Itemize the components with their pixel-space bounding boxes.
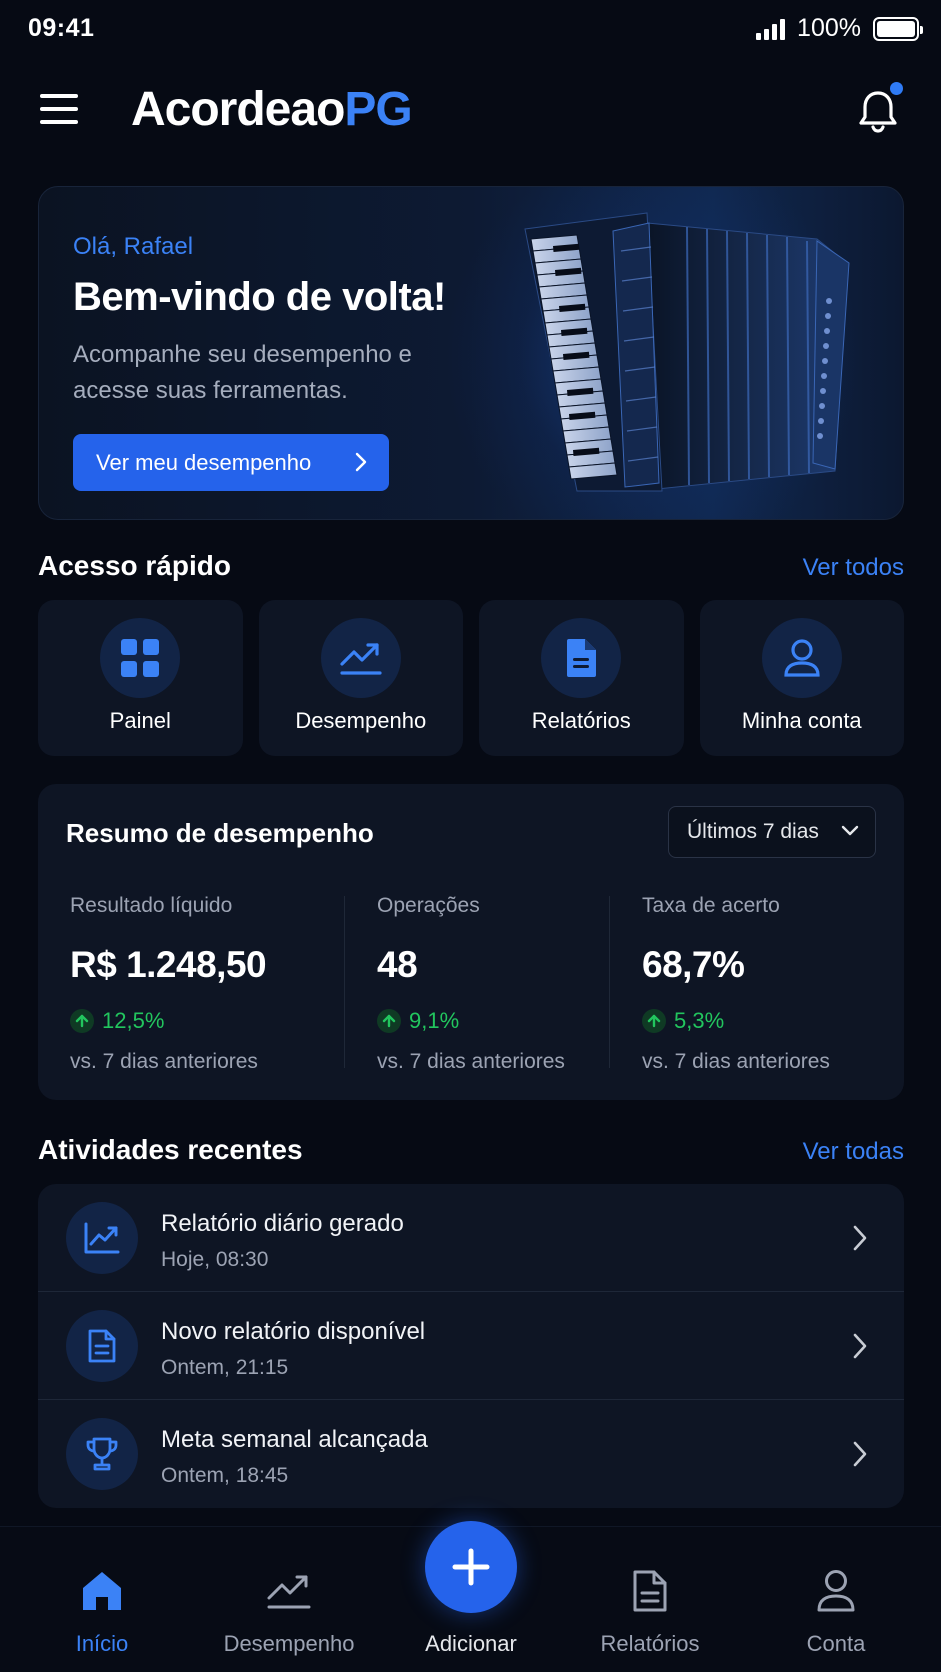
arrow-up-icon <box>70 1009 94 1033</box>
metric-value: R$ 1.248,50 <box>70 944 267 985</box>
recent-activities-title: Atividades recentes <box>38 1134 303 1165</box>
welcome-title: Bem-vindo de volta! <box>73 275 446 319</box>
metric-label: Operações <box>377 894 480 917</box>
logo-accent: PG <box>344 83 412 136</box>
document-icon <box>560 1567 740 1615</box>
status-time: 09:41 <box>28 14 95 42</box>
quick-access-title: Acesso rápido <box>38 550 231 581</box>
metric-change-value: 9,1% <box>409 1008 460 1033</box>
trending-up-icon <box>199 1567 379 1615</box>
plus-icon <box>452 1548 490 1586</box>
nav-item-relatorios[interactable]: Relatórios <box>560 1567 740 1657</box>
nav-label: Conta <box>806 1631 866 1656</box>
activity-item[interactable]: Meta semanal alcançada Ontem, 18:45 <box>38 1400 904 1508</box>
quick-access-label: Painel <box>109 708 171 733</box>
top-app-bar: AcordeaoPG <box>0 70 941 152</box>
battery-icon <box>873 16 923 41</box>
nav-label: Desempenho <box>223 1631 355 1656</box>
bottom-navigation: Início Desempenho Adicionar Relatórios C… <box>0 1521 941 1672</box>
activity-item[interactable]: Relatório diário gerado Hoje, 08:30 <box>38 1184 904 1292</box>
logo-primary: Acordeao <box>131 83 345 136</box>
view-performance-button[interactable]: Ver meu desempenho <box>73 434 389 491</box>
quick-access-see-all-link[interactable]: Ver todos <box>803 554 904 582</box>
quick-access-grid: Painel Desempenho Relatórios Minha conta <box>38 600 904 756</box>
quick-access-desempenho[interactable]: Desempenho <box>258 600 463 756</box>
hamburger-menu-icon[interactable] <box>40 94 78 124</box>
add-button[interactable] <box>425 1521 517 1613</box>
trending-up-icon <box>320 618 401 698</box>
status-bar: 09:41 100% <box>0 0 941 60</box>
accordion-illustration <box>524 212 850 492</box>
app-logo: AcordeaoPG <box>131 82 413 137</box>
arrow-up-icon <box>642 1009 666 1033</box>
chevron-right-icon <box>853 1441 867 1467</box>
nav-item-inicio[interactable]: Início <box>12 1567 192 1657</box>
metric-change: 9,1% <box>377 1008 565 1034</box>
metric-hit-rate: Taxa de acerto 68,7% 5,3% vs. 7 dias ant… <box>642 894 830 1074</box>
recent-activities-see-all-link[interactable]: Ver todas <box>803 1138 904 1166</box>
chevron-right-icon <box>853 1333 867 1359</box>
metric-label: Resultado líquido <box>70 894 233 917</box>
quick-access-label: Relatórios <box>531 708 631 733</box>
nav-label: Relatórios <box>600 1631 700 1656</box>
metric-value: 48 <box>377 944 418 985</box>
arrow-up-icon <box>377 1009 401 1033</box>
activity-time: Ontem, 18:45 <box>161 1464 289 1487</box>
quick-access-label: Desempenho <box>295 708 427 733</box>
metric-compare: vs. 7 dias anteriores <box>70 1050 258 1073</box>
metric-divider <box>344 896 345 1068</box>
activity-item[interactable]: Novo relatório disponível Ontem, 21:15 <box>38 1292 904 1400</box>
document-icon <box>541 618 622 698</box>
nav-item-desempenho[interactable]: Desempenho <box>199 1567 379 1657</box>
metric-label: Taxa de acerto <box>642 894 780 917</box>
view-performance-label: Ver meu desempenho <box>96 449 312 475</box>
activity-time: Ontem, 21:15 <box>161 1356 289 1379</box>
nav-label: Início <box>75 1631 129 1656</box>
metric-change-value: 5,3% <box>674 1008 725 1033</box>
trophy-icon <box>66 1418 138 1490</box>
quick-access-painel[interactable]: Painel <box>38 600 243 756</box>
user-icon <box>761 618 842 698</box>
signal-icon <box>756 18 786 40</box>
quick-access-minha-conta[interactable]: Minha conta <box>699 600 904 756</box>
metric-divider <box>609 896 610 1068</box>
chevron-right-icon <box>355 452 367 472</box>
metric-change: 5,3% <box>642 1008 830 1034</box>
battery-percentage: 100% <box>797 14 861 42</box>
nav-item-conta[interactable]: Conta <box>746 1567 926 1657</box>
notification-badge <box>890 82 903 95</box>
document-icon <box>66 1310 138 1382</box>
greeting-text: Olá, Rafael <box>73 233 194 260</box>
welcome-banner: Olá, Rafael Bem-vindo de volta! Acompanh… <box>38 186 904 520</box>
metric-change-value: 12,5% <box>102 1008 165 1033</box>
grid-icon <box>100 618 181 698</box>
performance-summary-card: Resumo de desempenho Últimos 7 dias Resu… <box>38 784 904 1100</box>
metric-net-result: Resultado líquido R$ 1.248,50 12,5% vs. … <box>70 894 267 1074</box>
status-indicators: 100% <box>756 14 923 43</box>
user-icon <box>746 1567 926 1615</box>
activity-title: Meta semanal alcançada <box>161 1426 428 1453</box>
metric-compare: vs. 7 dias anteriores <box>377 1050 565 1073</box>
welcome-subtitle: Acompanhe seu desempenho e acesse suas f… <box>73 341 412 404</box>
quick-access-relatorios[interactable]: Relatórios <box>479 600 684 756</box>
home-icon <box>12 1567 192 1615</box>
activity-title: Novo relatório disponível <box>161 1318 426 1345</box>
chevron-down-icon <box>841 825 859 836</box>
metric-operations: Operações 48 9,1% vs. 7 dias anteriores <box>377 894 565 1074</box>
chevron-right-icon <box>853 1225 867 1251</box>
metric-change: 12,5% <box>70 1008 266 1034</box>
metric-compare: vs. 7 dias anteriores <box>642 1050 830 1073</box>
notification-bell-icon[interactable] <box>857 82 903 134</box>
chart-icon <box>66 1202 138 1274</box>
performance-summary-title: Resumo de desempenho <box>66 818 374 848</box>
period-select[interactable]: Últimos 7 dias <box>668 806 876 858</box>
activity-title: Relatório diário gerado <box>161 1210 404 1237</box>
metric-value: 68,7% <box>642 944 745 985</box>
period-select-value: Últimos 7 dias <box>687 820 819 843</box>
recent-activities-list: Relatório diário gerado Hoje, 08:30 Novo… <box>38 1184 904 1508</box>
activity-time: Hoje, 08:30 <box>161 1248 269 1271</box>
add-button-label[interactable]: Adicionar <box>381 1631 561 1657</box>
quick-access-label: Minha conta <box>741 708 862 733</box>
